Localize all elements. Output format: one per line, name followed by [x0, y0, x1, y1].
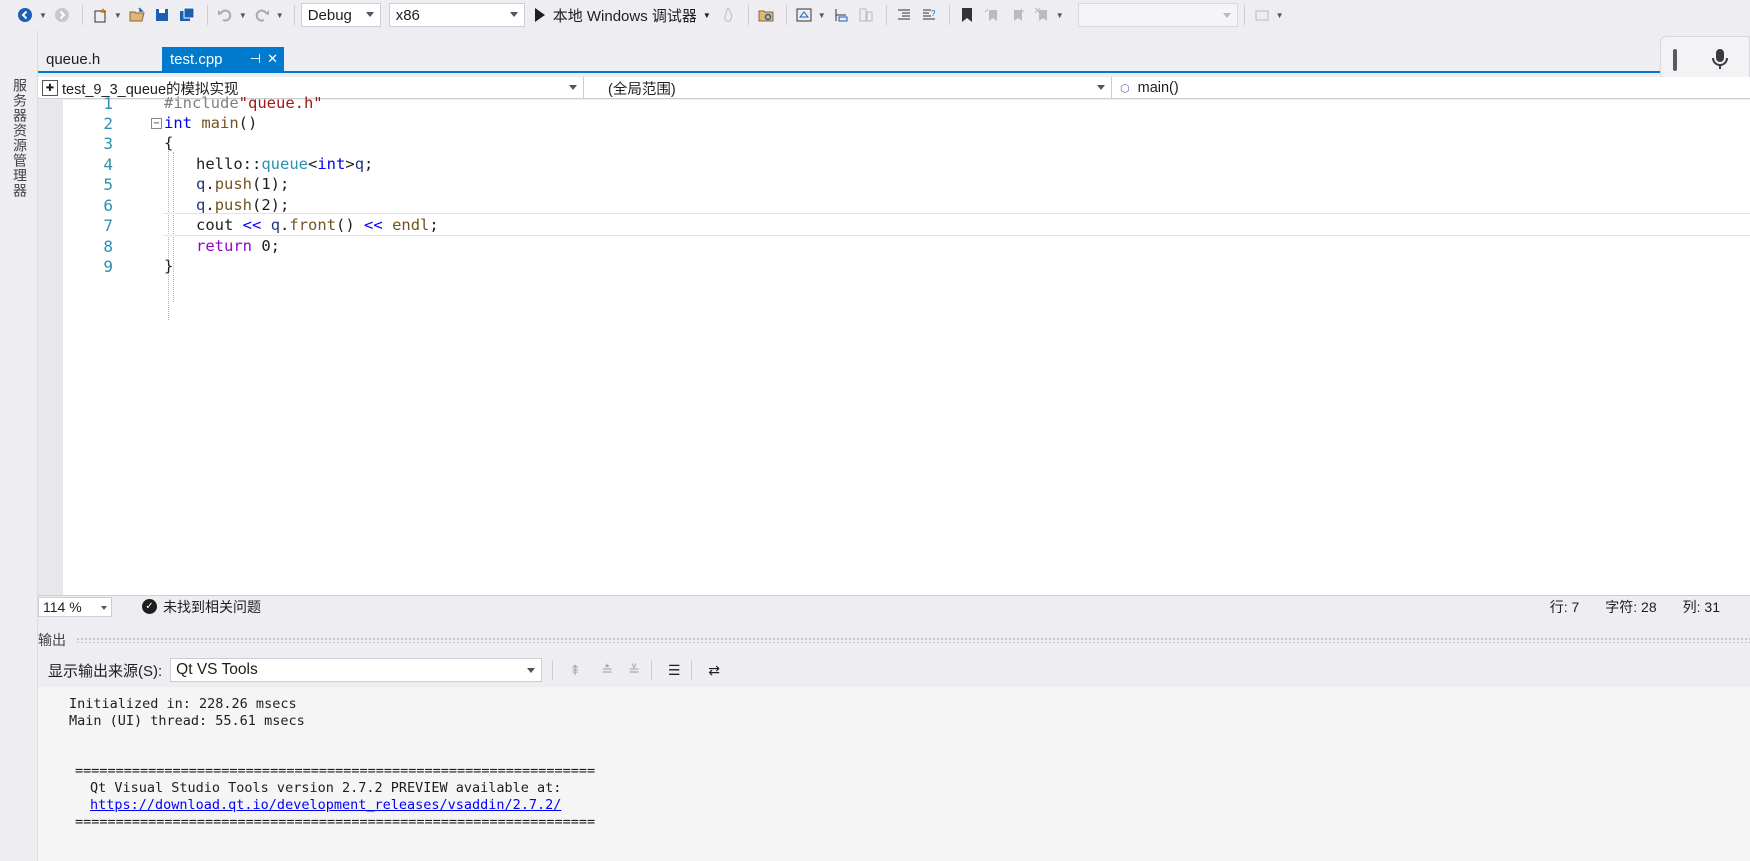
zoom-dropdown[interactable]: 114 % — [38, 596, 112, 617]
extension-icon[interactable] — [1251, 4, 1273, 26]
cursor-position[interactable]: 行: 7 字符: 28 列: 31 — [1550, 597, 1720, 617]
undo-dropdown-icon[interactable]: ▼ — [239, 11, 247, 20]
editor-status-bar: 114 % ✓ 未找到相关问题 行: 7 字符: 28 列: 31 — [38, 595, 1750, 617]
output-link[interactable]: https://download.qt.io/development_relea… — [90, 797, 561, 813]
document-tabs: queue.h test.cpp ⊣ ✕ — [38, 47, 284, 71]
clear-all-icon[interactable]: ☰ — [663, 659, 685, 681]
hot-reload-icon[interactable] — [717, 4, 739, 26]
play-icon — [534, 8, 545, 22]
pin-icon[interactable]: ⊣ — [250, 51, 261, 67]
find-in-files-icon[interactable] — [755, 4, 777, 26]
comment-icon[interactable]: ? — [918, 4, 940, 26]
output-line: Initialized in: 228.26 msecs — [69, 696, 297, 712]
output-separator: ========================================… — [75, 763, 596, 779]
browser-link-icon[interactable] — [793, 4, 815, 26]
line-number: 9 — [103, 257, 113, 276]
forward-icon[interactable] — [51, 4, 73, 26]
close-icon[interactable]: ✕ — [267, 51, 278, 67]
server-explorer-label: 服务器资源管理器 — [12, 78, 28, 198]
run-dropdown-icon[interactable]: ▼ — [703, 11, 711, 20]
prev-message-icon[interactable]: ≛ — [596, 659, 618, 681]
outdent-icon[interactable] — [893, 4, 915, 26]
line-number: 7 — [103, 216, 113, 235]
text-cursor-icon[interactable] — [1673, 49, 1677, 71]
output-line: Qt Visual Studio Tools version 2.7.2 PRE… — [90, 780, 562, 796]
next-message-icon[interactable]: ≚ — [623, 659, 645, 681]
output-title: 输出 — [38, 632, 66, 648]
svg-text:?: ? — [931, 9, 936, 18]
tab-underline — [38, 71, 1750, 73]
code-line-3: 3 { — [38, 132, 1750, 155]
undo-icon[interactable] — [214, 4, 236, 26]
code-editor[interactable]: 1 #include"queue.h" 2 − int main() 3 { 4… — [38, 94, 1750, 595]
back-dropdown-icon[interactable]: ▼ — [39, 11, 47, 20]
disabled-dropdown — [1077, 3, 1238, 27]
clear-bookmarks-icon[interactable] — [1031, 4, 1053, 26]
open-folder-icon[interactable] — [126, 4, 148, 26]
configuration-value: Debug — [307, 6, 352, 24]
line-number: 5 — [103, 175, 113, 194]
drag-grip[interactable] — [76, 637, 1750, 643]
new-dropdown-icon[interactable]: ▼ — [114, 11, 122, 20]
zoom-value: 114 % — [43, 598, 82, 615]
word-wrap-icon[interactable]: ⇄ — [703, 659, 725, 681]
collapse-icon[interactable]: − — [151, 118, 162, 129]
server-explorer-side-tab[interactable]: 服务器资源管理器 — [0, 30, 38, 861]
col-indicator: 列: 31 — [1682, 598, 1720, 615]
run-debugger-label: 本地 Windows 调试器 — [552, 7, 697, 25]
code-line-7: 7 cout << q.front() << endl; — [38, 214, 1750, 237]
check-icon: ✓ — [142, 599, 157, 614]
prev-bookmark-icon[interactable] — [981, 4, 1003, 26]
line-indicator: 行: 7 — [1549, 598, 1580, 615]
bookmark-dropdown-icon[interactable]: ▼ — [1056, 11, 1064, 20]
redo-dropdown-icon[interactable]: ▼ — [276, 11, 284, 20]
output-source-dropdown[interactable]: Qt VS Tools — [170, 658, 543, 682]
output-pane-header: 输出 — [38, 628, 1750, 652]
save-all-icon[interactable] — [176, 4, 198, 26]
microphone-icon[interactable] — [1711, 48, 1729, 73]
char-indicator: 字符: 28 — [1605, 598, 1657, 615]
redo-icon[interactable] — [251, 4, 273, 26]
back-icon[interactable] — [14, 4, 36, 26]
step-over-icon[interactable] — [855, 4, 877, 26]
tab-label: queue.h — [46, 50, 101, 68]
output-toolbar: 显示输出来源(S): Qt VS Tools ⇞ ≛ ≚ ☰ ⇄ — [38, 655, 1750, 685]
issues-text: 未找到相关问题 — [163, 598, 261, 615]
configuration-dropdown[interactable]: Debug — [300, 3, 381, 27]
platform-dropdown[interactable]: x86 — [388, 3, 525, 27]
output-source-value: Qt VS Tools — [176, 661, 258, 678]
line-number: 3 — [103, 134, 113, 153]
ide-window: ▼ ▼ ▼ ▼ Debug x86 本地 Windows 调试器 ▼ ▼ ? ▼ — [0, 0, 1750, 861]
browser-dropdown-icon[interactable]: ▼ — [818, 11, 826, 20]
tab-queue-h[interactable]: queue.h — [38, 47, 162, 71]
next-bookmark-icon[interactable] — [1006, 4, 1028, 26]
output-separator: ========================================… — [75, 814, 596, 830]
overflow-dropdown-icon[interactable]: ▼ — [1276, 11, 1284, 20]
output-source-label: 显示输出来源(S): — [48, 662, 163, 680]
bookmark-icon[interactable] — [956, 4, 978, 26]
run-debugger-button[interactable]: 本地 Windows 调试器 ▼ — [534, 5, 711, 26]
output-line: Main (UI) thread: 55.61 msecs — [69, 713, 305, 729]
find-message-icon[interactable]: ⇞ — [564, 659, 586, 681]
save-icon[interactable] — [151, 4, 173, 26]
issues-indicator[interactable]: ✓ 未找到相关问题 — [142, 597, 261, 617]
code-line-9: 9 } — [38, 255, 1750, 278]
code-line-5: 5 q.push(1); — [38, 173, 1750, 196]
step-into-icon[interactable] — [830, 4, 852, 26]
main-toolbar: ▼ ▼ ▼ ▼ Debug x86 本地 Windows 调试器 ▼ ▼ ? ▼ — [0, 0, 1750, 30]
platform-value: x86 — [395, 6, 420, 24]
output-text-area[interactable]: Initialized in: 228.26 msecs Main (UI) t… — [38, 687, 1750, 861]
tab-label: test.cpp — [170, 50, 223, 68]
new-project-icon[interactable] — [89, 4, 111, 26]
tab-test-cpp[interactable]: test.cpp ⊣ ✕ — [162, 47, 284, 71]
